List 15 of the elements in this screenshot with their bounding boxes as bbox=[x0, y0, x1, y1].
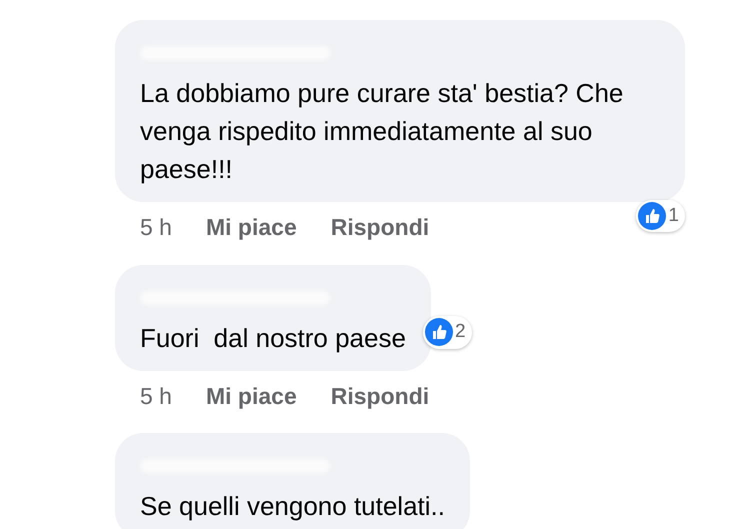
like-link[interactable]: Mi piace bbox=[206, 378, 297, 413]
reply-link[interactable]: Rispondi bbox=[330, 378, 430, 413]
comment-time: 5 h bbox=[140, 382, 172, 410]
reaction-count: 2 bbox=[454, 320, 466, 344]
reaction-badge[interactable]: 2 bbox=[422, 316, 472, 348]
comment-text: La dobbiamo pure curare sta' bestia? Che venga rispedito immediatamente al suo paese!!! bbox=[140, 77, 624, 186]
reaction-badge[interactable]: 1 bbox=[636, 200, 685, 232]
thumbs-up-icon bbox=[638, 202, 666, 230]
reaction-count: 1 bbox=[668, 204, 679, 228]
comment-text: Fuori dal nostro paese bbox=[140, 322, 406, 354]
thumbs-up-icon bbox=[424, 318, 453, 346]
comment-text: Se quelli vengono tutelati.. bbox=[140, 490, 445, 523]
comment-time: 5 h bbox=[140, 213, 172, 242]
reply-link[interactable]: Rispondi bbox=[330, 210, 430, 244]
like-link[interactable]: Mi piace bbox=[206, 210, 297, 244]
